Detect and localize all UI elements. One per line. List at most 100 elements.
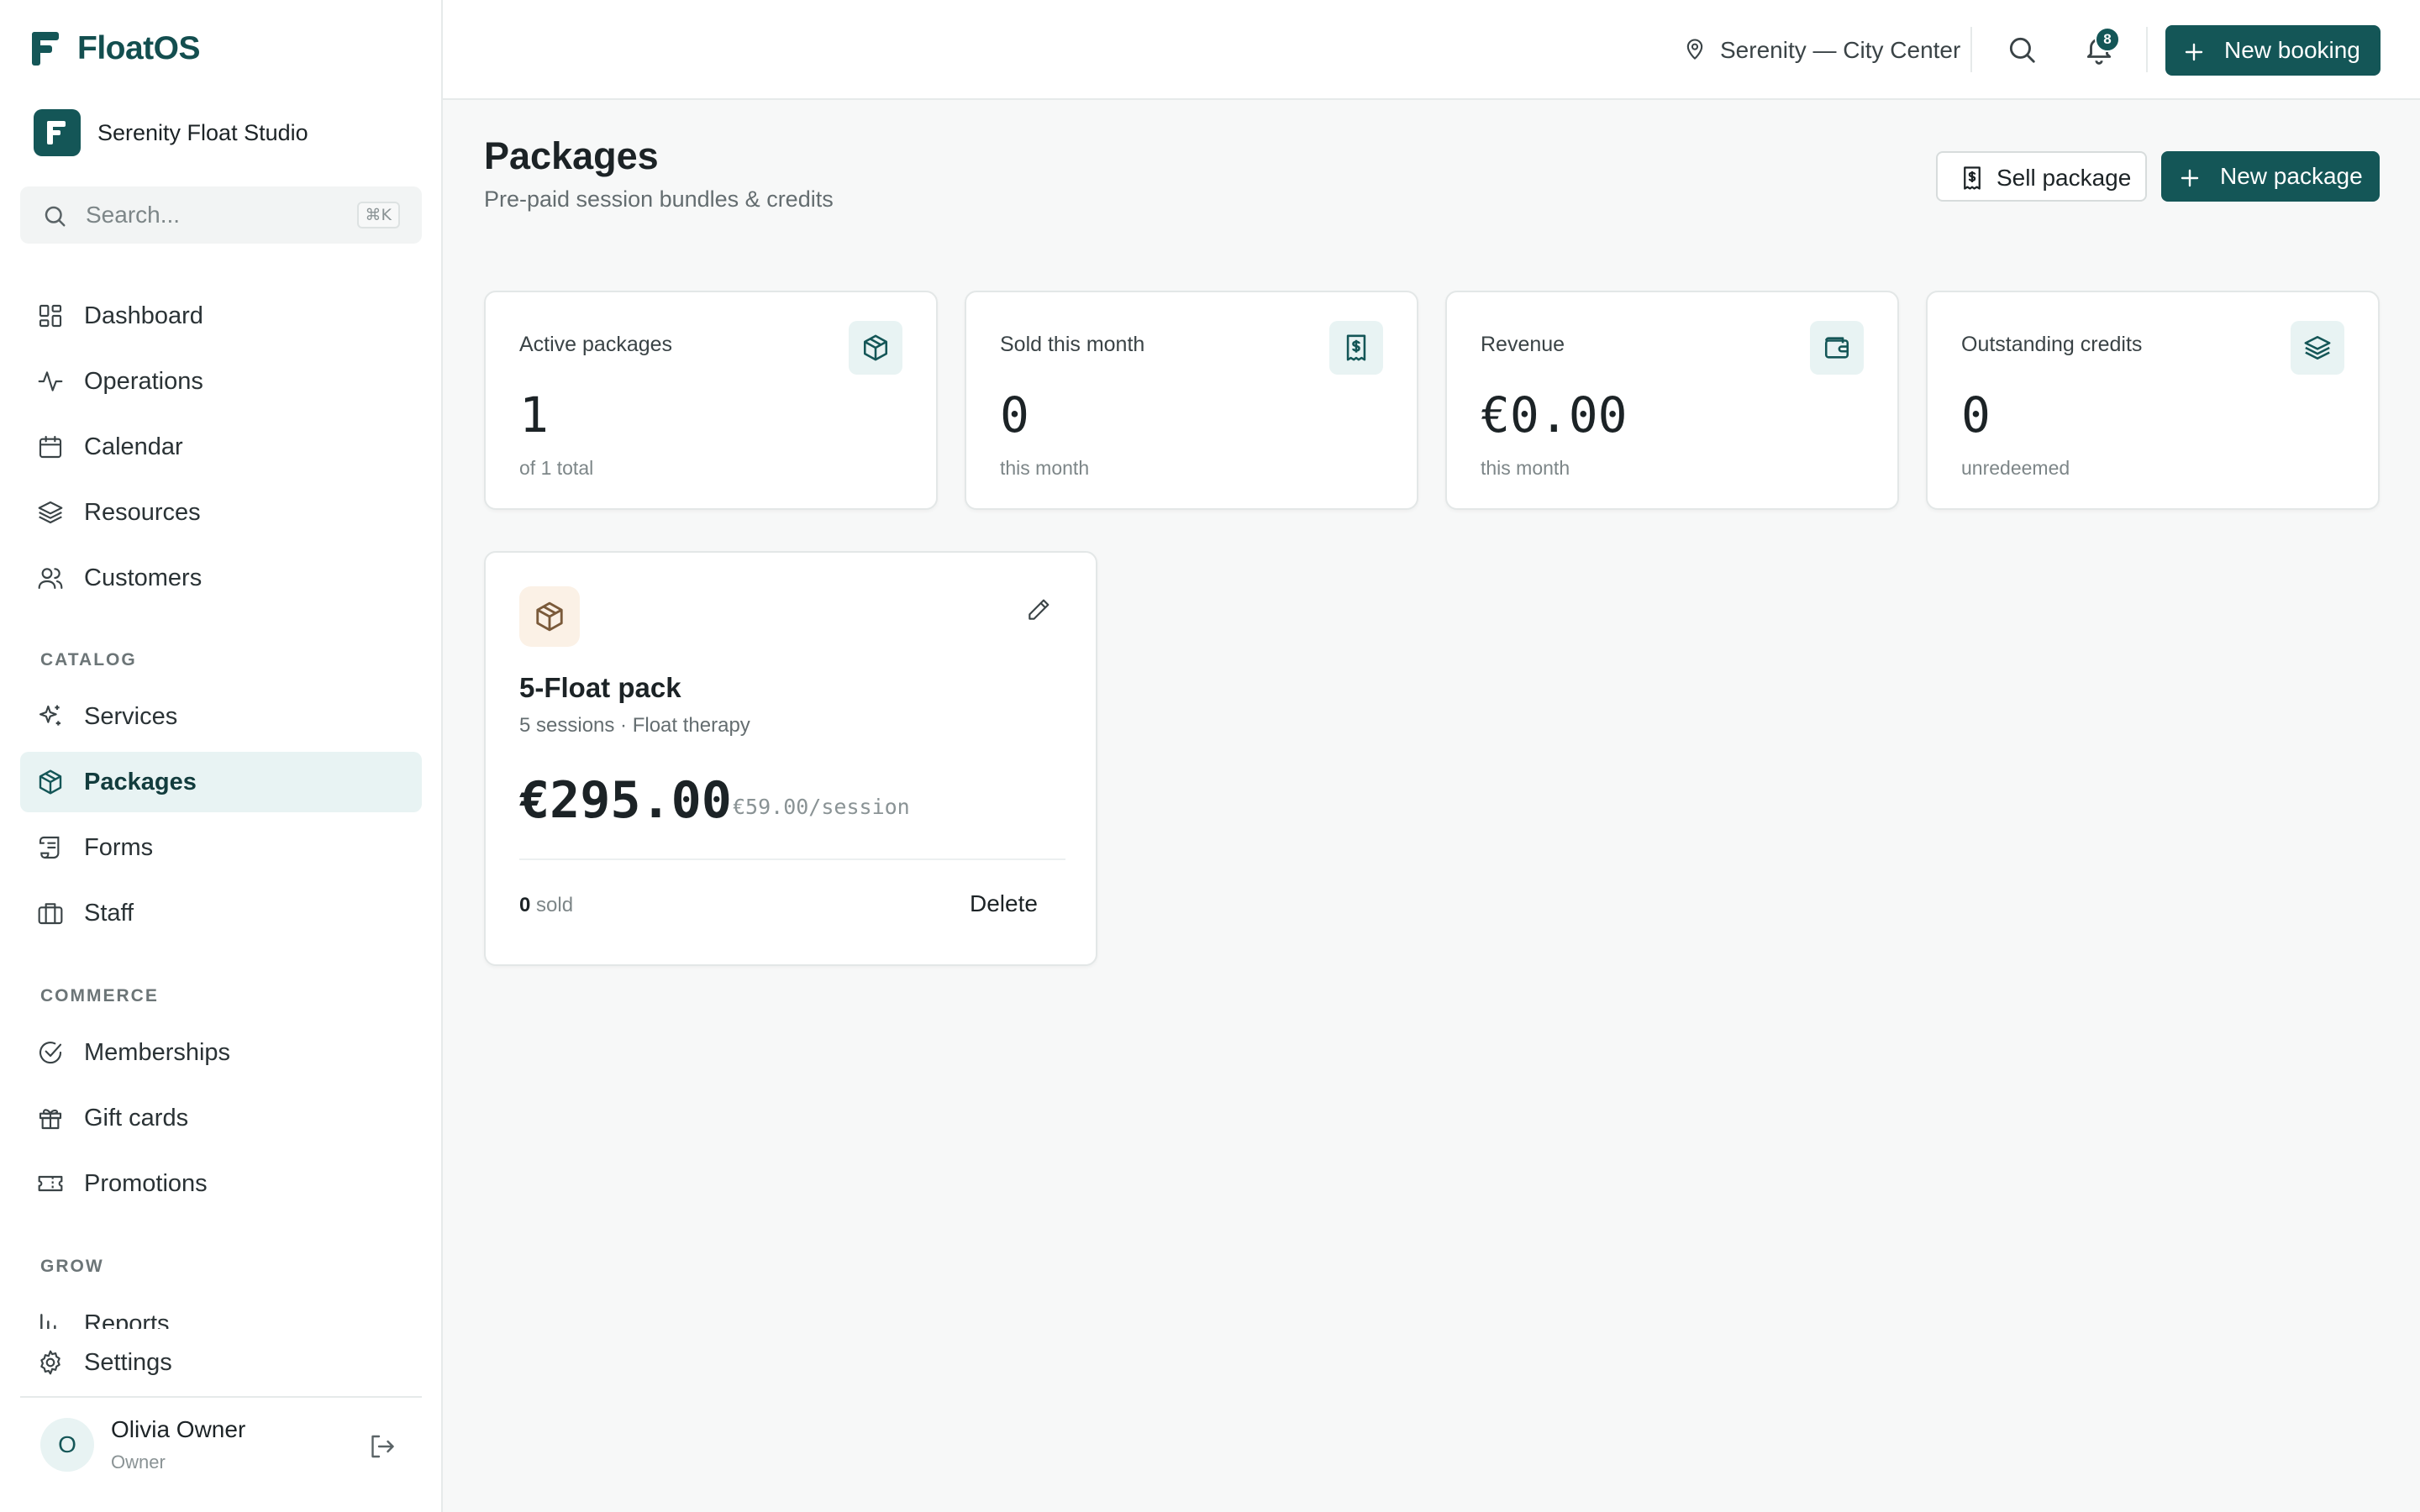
package-price: €295.00 <box>519 771 732 830</box>
receipt-dollar-icon <box>1329 321 1383 375</box>
users-icon <box>37 564 64 591</box>
delete-button[interactable]: Delete <box>970 890 1038 917</box>
workspace-name: Serenity Float Studio <box>97 119 308 145</box>
app-root: FloatOS Serenity Float Studio Search... … <box>0 0 2420 1512</box>
sidebar-item-label: Calendar <box>84 433 183 460</box>
page-subtitle: Pre-paid session bundles & credits <box>484 186 834 212</box>
plus-icon <box>2180 167 2200 194</box>
new-booking-label: New booking <box>2224 37 2360 63</box>
sidebar-item-label: Forms <box>84 833 154 861</box>
sidebar-search-input[interactable]: Search... ⌘K <box>20 186 422 244</box>
sell-package-button[interactable]: Sell package <box>1936 151 2147 202</box>
notification-count-badge: 8 <box>2095 27 2120 52</box>
stat-value: 1 <box>519 386 549 444</box>
map-pin-icon <box>1683 35 1707 66</box>
edit-pencil-icon[interactable] <box>1025 596 1052 627</box>
package-icon <box>519 586 580 647</box>
stat-card-sold-this-month: Sold this month 0 this month <box>965 291 1418 510</box>
sidebar-item-resources[interactable]: Resources <box>20 482 422 543</box>
user-role: Owner <box>111 1452 166 1473</box>
ticket-icon <box>37 1170 64 1197</box>
sidebar-scroll-clip: Reports <box>0 1294 443 1329</box>
briefcase-icon <box>37 900 64 927</box>
divider <box>1970 27 1972 72</box>
package-name: 5-Float pack <box>519 672 681 703</box>
new-package-button[interactable]: New package <box>2161 151 2380 202</box>
brand[interactable]: FloatOS <box>32 30 201 67</box>
package-card[interactable]: 5-Float pack 5 sessions · Float therapy … <box>484 551 1097 966</box>
search-shortcut: ⌘K <box>356 202 400 228</box>
sidebar-item-calendar[interactable]: Calendar <box>20 417 422 477</box>
sidebar-item-label: Dashboard <box>84 302 203 329</box>
sidebar: FloatOS Serenity Float Studio Search... … <box>0 0 443 1512</box>
workspace-logo-icon <box>34 109 81 156</box>
sidebar-item-dashboard[interactable]: Dashboard <box>20 286 422 346</box>
sidebar-item-operations[interactable]: Operations <box>20 351 422 412</box>
stat-subtext: this month <box>1000 457 1090 479</box>
sidebar-item-label: Customers <box>84 564 203 591</box>
sidebar-item-label: Operations <box>84 367 203 395</box>
stat-label: Outstanding credits <box>1961 333 2143 356</box>
sidebar-item-label: Settings <box>84 1348 172 1376</box>
logout-icon[interactable] <box>366 1431 397 1466</box>
package-icon <box>37 769 64 795</box>
sell-package-label: Sell package <box>1996 165 2132 191</box>
location-selector[interactable]: Serenity — City Center <box>1683 34 1960 67</box>
page-title: Packages <box>484 134 659 177</box>
user-name: Olivia Owner <box>111 1416 246 1442</box>
floatos-logo-icon <box>32 32 59 66</box>
sold-count-value: 0 <box>519 894 531 916</box>
section-heading-catalog: CATALOG <box>40 650 137 669</box>
stat-label: Sold this month <box>1000 333 1145 356</box>
sidebar-item-label: Gift cards <box>84 1104 189 1131</box>
topbar: Serenity — City Center 8 New booking <box>443 0 2420 100</box>
user-profile[interactable]: O Olivia Owner Owner <box>20 1408 422 1488</box>
plus-icon <box>2184 41 2204 68</box>
bar-chart-icon <box>37 1310 64 1329</box>
stat-card-outstanding-credits: Outstanding credits 0 unredeemed <box>1926 291 2380 510</box>
stat-label: Revenue <box>1481 333 1565 356</box>
sidebar-item-gift-cards[interactable]: Gift cards <box>20 1088 422 1148</box>
sidebar-item-customers[interactable]: Customers <box>20 548 422 608</box>
calendar-icon <box>37 433 64 460</box>
stat-subtext: of 1 total <box>519 457 594 479</box>
sidebar-item-label: Resources <box>84 498 201 526</box>
divider <box>2146 27 2148 72</box>
sidebar-item-reports[interactable]: Reports <box>20 1294 422 1329</box>
search-icon <box>42 203 67 233</box>
receipt-dollar-icon <box>1960 165 1985 197</box>
sidebar-item-label: Packages <box>84 768 197 795</box>
divider <box>20 1396 422 1398</box>
stat-subtext: this month <box>1481 457 1570 479</box>
sidebar-item-promotions[interactable]: Promotions <box>20 1153 422 1214</box>
dashboard-icon <box>37 302 64 329</box>
search-icon[interactable] <box>2006 34 2038 70</box>
section-heading-commerce: COMMERCE <box>40 986 159 1005</box>
sidebar-item-services[interactable]: Services <box>20 686 422 747</box>
sidebar-item-memberships[interactable]: Memberships <box>20 1022 422 1083</box>
layers-icon <box>2291 321 2344 375</box>
sidebar-item-settings[interactable]: Settings <box>20 1332 422 1393</box>
gift-icon <box>37 1105 64 1131</box>
stat-value: 0 <box>1961 386 1991 444</box>
new-booking-button[interactable]: New booking <box>2165 25 2381 76</box>
workspace-switcher[interactable]: Serenity Float Studio <box>34 109 308 156</box>
search-placeholder: Search... <box>86 202 181 228</box>
gear-icon <box>37 1349 64 1376</box>
sidebar-item-label: Memberships <box>84 1038 231 1066</box>
app-name: FloatOS <box>77 30 201 66</box>
stat-subtext: unredeemed <box>1961 457 2070 479</box>
section-heading-grow: GROW <box>40 1257 104 1276</box>
stat-card-revenue: Revenue €0.00 this month <box>1445 291 1899 510</box>
stat-value: 0 <box>1000 386 1029 444</box>
sidebar-item-label: Staff <box>84 899 134 927</box>
sidebar-item-forms[interactable]: Forms <box>20 817 422 878</box>
location-name: Serenity — City Center <box>1720 37 1961 63</box>
package-icon <box>849 321 902 375</box>
activity-icon <box>37 368 64 395</box>
sidebar-item-packages[interactable]: Packages <box>20 752 422 812</box>
sparkles-icon <box>37 703 64 730</box>
layers-icon <box>37 499 64 526</box>
sidebar-item-staff[interactable]: Staff <box>20 883 422 943</box>
package-meta: 5 sessions · Float therapy <box>519 714 750 737</box>
